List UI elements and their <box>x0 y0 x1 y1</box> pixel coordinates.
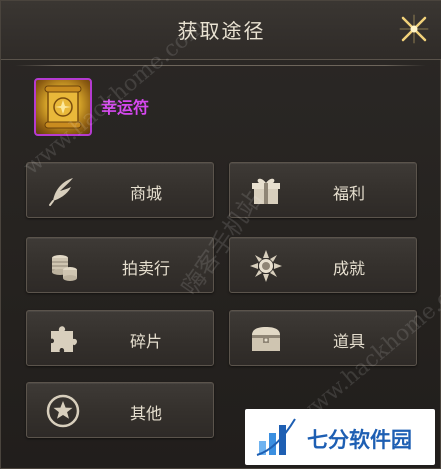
puzzle-piece-icon <box>51 326 77 352</box>
treasure-chest-icon <box>252 327 280 351</box>
coin-stack-icon <box>52 255 77 281</box>
source-label: 福利 <box>332 184 365 203</box>
source-button-shop[interactable]: 商城 <box>26 162 214 218</box>
dialog-title: 获取途径 <box>177 19 266 43</box>
feather-quill-icon <box>49 178 73 206</box>
header-divider <box>15 65 426 66</box>
logo-text: 七分软件园 <box>307 428 412 452</box>
site-logo: 七分软件园 <box>245 409 435 465</box>
star-circle-icon <box>46 394 80 428</box>
source-label: 商城 <box>129 184 162 203</box>
source-label: 其他 <box>129 404 162 423</box>
close-icon[interactable] <box>394 9 434 49</box>
source-button-other[interactable]: 其他 <box>26 382 214 438</box>
source-button-fragments[interactable]: 碎片 <box>26 310 214 366</box>
acquisition-dialog: 获取途径 幸运符 商城 福利 拍卖行 成就 碎片 道具 其他 www.hackh… <box>0 0 441 469</box>
bar-chart-logo-icon <box>256 418 296 456</box>
snowflake-medal-icon <box>250 250 282 282</box>
source-button-achievement[interactable]: 成就 <box>229 237 417 293</box>
title-bar: 获取途径 <box>1 1 441 60</box>
source-label: 成就 <box>332 259 365 278</box>
source-label: 碎片 <box>129 332 162 351</box>
